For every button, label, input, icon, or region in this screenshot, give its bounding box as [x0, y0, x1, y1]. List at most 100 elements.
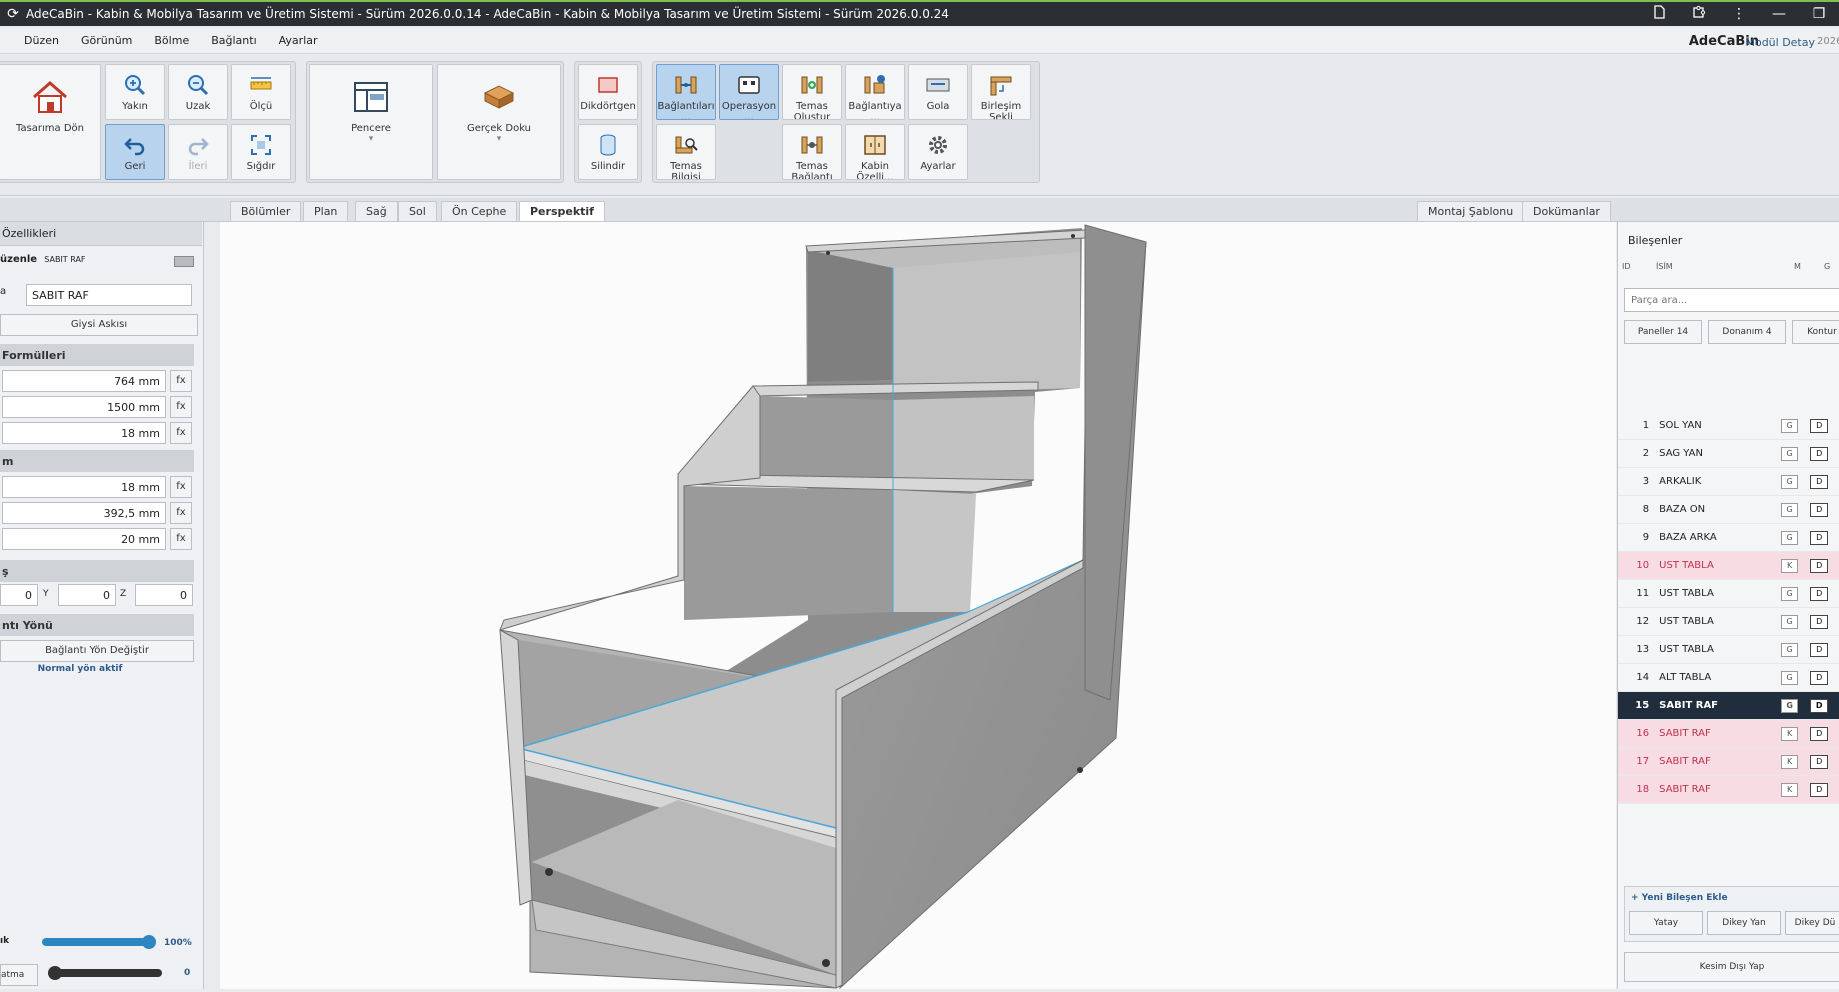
- minimize-button[interactable]: —: [1759, 6, 1799, 22]
- gola-button[interactable]: Gola: [908, 64, 968, 120]
- contact-info-button[interactable]: Temas Bilgisi: [656, 124, 716, 180]
- height-fx-button[interactable]: fx: [170, 396, 192, 418]
- component-g-toggle[interactable]: D: [1810, 474, 1828, 489]
- component-g-toggle[interactable]: D: [1810, 754, 1828, 769]
- hanger-button[interactable]: Giysi Askısı: [0, 314, 198, 336]
- component-g-toggle[interactable]: D: [1810, 530, 1828, 545]
- thickness-field[interactable]: 18 mm: [2, 422, 166, 444]
- tab-plan[interactable]: Plan: [303, 201, 349, 221]
- thickness-fx-button[interactable]: fx: [170, 422, 192, 444]
- zoom-out-button[interactable]: Uzak: [168, 64, 228, 120]
- exclude-from-cut-button[interactable]: Kesim Dışı Yap: [1624, 952, 1839, 982]
- component-row[interactable]: 13 UST TABLA G D: [1618, 636, 1839, 664]
- blend-button[interactable]: atma: [0, 964, 38, 986]
- tab-bolumler[interactable]: Bölümler: [230, 201, 302, 221]
- component-m-toggle[interactable]: G: [1780, 586, 1799, 601]
- menu-gorunum[interactable]: Görünüm: [70, 34, 143, 47]
- component-row[interactable]: 3 ARKALIK G D: [1618, 468, 1839, 496]
- refresh-icon[interactable]: ⟳: [0, 6, 26, 22]
- component-m-toggle[interactable]: G: [1780, 530, 1799, 545]
- join-shape-button[interactable]: Birleşim Şekli: [971, 64, 1031, 120]
- component-row[interactable]: 16 SABIT RAF K D: [1618, 720, 1839, 748]
- rotation-z-field[interactable]: 0: [135, 584, 193, 606]
- zoom-in-button[interactable]: Yakın: [105, 64, 165, 120]
- component-g-toggle[interactable]: D: [1810, 502, 1828, 517]
- tab-montaj-sablonu[interactable]: Montaj Şablonu: [1417, 201, 1525, 221]
- settings-button[interactable]: Ayarlar: [908, 124, 968, 180]
- component-row[interactable]: 10 UST TABLA K D: [1618, 552, 1839, 580]
- more-options-icon[interactable]: ⋮: [1719, 6, 1759, 22]
- tab-perspektif[interactable]: Perspektif: [519, 201, 605, 221]
- component-row[interactable]: 8 BAZA ON G D: [1618, 496, 1839, 524]
- component-row[interactable]: 15 SABIT RAF G D: [1618, 692, 1839, 720]
- component-g-toggle[interactable]: D: [1810, 642, 1828, 657]
- cabinet-model[interactable]: [220, 222, 1616, 990]
- connect-button[interactable]: Bağlantıya ...: [845, 64, 905, 120]
- change-direction-button[interactable]: Bağlantı Yön Değiştir: [0, 640, 194, 662]
- fit-button[interactable]: Sığdır: [231, 124, 291, 180]
- component-g-toggle[interactable]: D: [1810, 726, 1828, 741]
- component-row[interactable]: 17 SABIT RAF K D: [1618, 748, 1839, 776]
- contact-create-button[interactable]: Temas Oluştur: [782, 64, 842, 120]
- connections-button[interactable]: Bağlantıları ...: [656, 64, 716, 120]
- operations-button[interactable]: Operasyon ...: [719, 64, 779, 120]
- width-fx-button[interactable]: fx: [170, 370, 192, 392]
- measure-button[interactable]: Ölçü: [231, 64, 291, 120]
- filter-hardware-button[interactable]: Donanım 4: [1708, 320, 1786, 344]
- position-z-fx-button[interactable]: fx: [170, 528, 192, 550]
- add-vertical-button[interactable]: Dikey Dü: [1785, 911, 1839, 935]
- menu-ayarlar[interactable]: Ayarlar: [268, 34, 329, 47]
- position-y-fx-button[interactable]: fx: [170, 502, 192, 524]
- menu-baglanti[interactable]: Bağlantı: [200, 34, 267, 47]
- component-m-toggle[interactable]: G: [1780, 642, 1799, 657]
- home-button[interactable]: Tasarıma Dön: [0, 64, 101, 180]
- component-g-toggle[interactable]: D: [1810, 782, 1828, 797]
- add-horizontal-button[interactable]: Yatay: [1629, 911, 1703, 935]
- color-swatch[interactable]: [174, 256, 194, 267]
- filter-panels-button[interactable]: Paneller 14: [1624, 320, 1702, 344]
- component-row[interactable]: 1 SOL YAN G D: [1618, 412, 1839, 440]
- component-row[interactable]: 14 ALT TABLA G D: [1618, 664, 1839, 692]
- name-input[interactable]: SABIT RAF: [26, 284, 192, 306]
- 3d-viewport[interactable]: [220, 222, 1616, 990]
- blend-slider-thumb[interactable]: [48, 966, 62, 980]
- width-field[interactable]: 764 mm: [2, 370, 166, 392]
- component-g-toggle[interactable]: D: [1810, 586, 1828, 601]
- rotation-x-field[interactable]: 0: [0, 584, 38, 606]
- tab-sol[interactable]: Sol: [398, 201, 437, 221]
- component-row[interactable]: 11 UST TABLA G D: [1618, 580, 1839, 608]
- extension-icon[interactable]: [1679, 5, 1719, 23]
- document-icon[interactable]: [1639, 5, 1679, 23]
- menu-duzen[interactable]: Düzen: [0, 34, 70, 47]
- part-search-input[interactable]: [1624, 288, 1839, 312]
- component-m-toggle[interactable]: G: [1780, 418, 1799, 433]
- component-m-toggle[interactable]: G: [1780, 614, 1799, 629]
- position-y-field[interactable]: 392,5 mm: [2, 502, 166, 524]
- redo-button[interactable]: İleri: [168, 124, 228, 180]
- blend-slider[interactable]: [48, 966, 162, 980]
- window-button[interactable]: Pencere ▾: [309, 64, 433, 180]
- component-g-toggle[interactable]: D: [1810, 670, 1828, 685]
- component-m-toggle[interactable]: K: [1780, 726, 1799, 741]
- component-g-toggle[interactable]: D: [1810, 446, 1828, 461]
- tab-dokumanlar[interactable]: Dokümanlar: [1522, 201, 1611, 221]
- height-field[interactable]: 1500 mm: [2, 396, 166, 418]
- position-z-field[interactable]: 20 mm: [2, 528, 166, 550]
- rectangle-button[interactable]: Dikdörtgen: [578, 64, 638, 120]
- undo-button[interactable]: Geri: [105, 124, 165, 180]
- texture-button[interactable]: Gerçek Doku ▾: [437, 64, 561, 180]
- component-m-toggle[interactable]: K: [1780, 754, 1799, 769]
- component-m-toggle[interactable]: G: [1780, 698, 1799, 713]
- component-g-toggle[interactable]: D: [1810, 614, 1828, 629]
- contact-connection-button[interactable]: Temas Bağlantı: [782, 124, 842, 180]
- filter-contour-button[interactable]: Kontur: [1792, 320, 1839, 344]
- component-row[interactable]: 9 BAZA ARKA G D: [1618, 524, 1839, 552]
- position-x-field[interactable]: 18 mm: [2, 476, 166, 498]
- menu-bolme[interactable]: Bölme: [143, 34, 200, 47]
- component-m-toggle[interactable]: G: [1780, 474, 1799, 489]
- position-x-fx-button[interactable]: fx: [170, 476, 192, 498]
- component-m-toggle[interactable]: G: [1780, 446, 1799, 461]
- opacity-slider[interactable]: [42, 935, 156, 949]
- cabinet-props-button[interactable]: Kabin Özelli...: [845, 124, 905, 180]
- component-g-toggle[interactable]: D: [1810, 558, 1828, 573]
